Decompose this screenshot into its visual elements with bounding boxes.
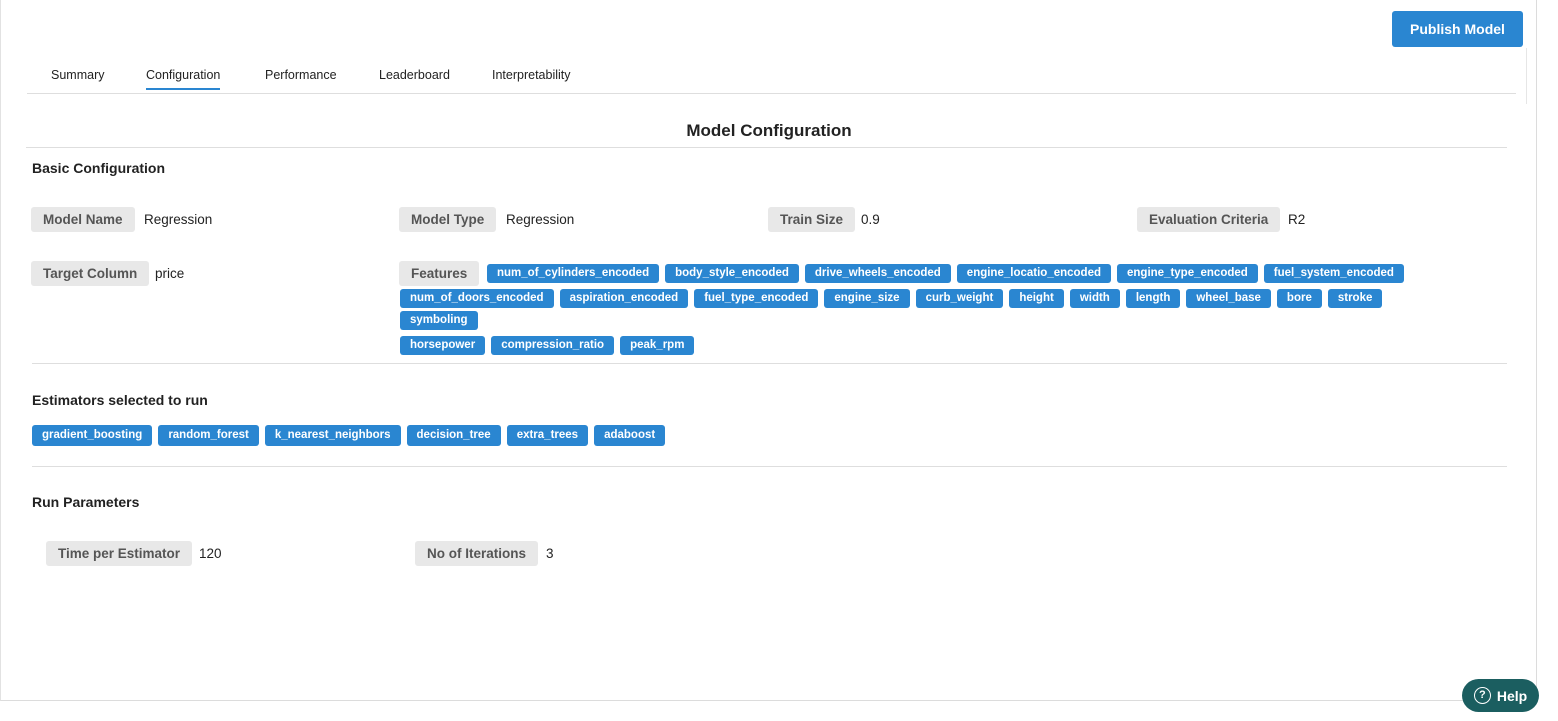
estimator-chip[interactable]: gradient_boosting xyxy=(32,425,153,446)
target-column-label: Target Column xyxy=(31,261,150,286)
feature-chip[interactable]: engine_type_encoded xyxy=(1117,264,1258,283)
feature-chip[interactable]: compression_ratio xyxy=(491,336,615,355)
help-button[interactable]: ? Help xyxy=(1462,679,1539,712)
time-per-estimator-label: Time per Estimator xyxy=(46,541,193,566)
section-divider xyxy=(32,466,1507,467)
iterations-label: No of Iterations xyxy=(415,541,539,566)
title-divider xyxy=(26,147,1507,148)
section-divider xyxy=(32,363,1507,364)
tab-configuration[interactable]: Configuration xyxy=(146,68,221,90)
feature-chip[interactable]: horsepower xyxy=(400,336,486,355)
run-parameters-heading: Run Parameters xyxy=(32,494,140,510)
feature-chip[interactable]: num_of_doors_encoded xyxy=(400,289,554,308)
estimators-heading: Estimators selected to run xyxy=(32,392,208,408)
model-name-value: Regression xyxy=(144,212,213,227)
basic-config-heading: Basic Configuration xyxy=(32,160,166,176)
feature-chip[interactable]: num_of_cylinders_encoded xyxy=(487,264,660,283)
feature-chip[interactable]: symboling xyxy=(400,311,478,330)
feature-chip[interactable]: bore xyxy=(1276,289,1322,308)
page-title: Model Configuration xyxy=(686,121,852,140)
time-per-estimator-value: 120 xyxy=(199,546,222,561)
train-size-label: Train Size xyxy=(768,207,856,232)
evaluation-criteria-label: Evaluation Criteria xyxy=(1137,207,1281,232)
feature-chip[interactable]: peak_rpm xyxy=(620,336,695,355)
estimator-chip[interactable]: adaboost xyxy=(594,425,666,446)
feature-chip[interactable]: engine_locatio_encoded xyxy=(956,264,1111,283)
estimator-chip[interactable]: k_nearest_neighbors xyxy=(264,425,401,446)
feature-chip[interactable]: engine_size xyxy=(824,289,910,308)
estimator-chip[interactable]: extra_trees xyxy=(506,425,589,446)
model-type-value: Regression xyxy=(506,212,575,227)
tab-interpretability[interactable]: Interpretability xyxy=(492,68,571,88)
iterations-value: 3 xyxy=(546,546,554,561)
estimator-chip[interactable]: decision_tree xyxy=(406,425,501,446)
feature-chip[interactable]: fuel_type_encoded xyxy=(694,289,819,308)
features-list: num_of_cylinders_encoded body_style_encod… xyxy=(400,264,1460,355)
feature-chip[interactable]: body_style_encoded xyxy=(665,264,799,283)
tab-bar: Summary Configuration Performance Leader… xyxy=(27,60,1516,94)
scrollbar-track[interactable] xyxy=(1526,48,1527,104)
train-size-value: 0.9 xyxy=(861,212,880,227)
feature-chip[interactable]: fuel_system_encoded xyxy=(1263,264,1404,283)
feature-chip[interactable]: height xyxy=(1009,289,1064,308)
feature-chip[interactable]: drive_wheels_encoded xyxy=(804,264,951,283)
tab-leaderboard[interactable]: Leaderboard xyxy=(379,68,450,88)
evaluation-criteria-value: R2 xyxy=(1288,212,1306,227)
publish-model-button[interactable]: Publish Model xyxy=(1392,11,1523,47)
target-column-value: price xyxy=(155,266,185,281)
help-label: Help xyxy=(1496,687,1528,704)
question-circle-icon: ? xyxy=(1473,687,1491,704)
tab-summary[interactable]: Summary xyxy=(51,68,104,88)
estimators-list: gradient_boosting random_forest k_nearest_… xyxy=(32,425,1232,446)
feature-chip[interactable]: wheel_base xyxy=(1186,289,1271,308)
feature-chip[interactable]: curb_weight xyxy=(915,289,1004,308)
feature-chip[interactable]: aspiration_encoded xyxy=(559,289,689,308)
features-label-spacer xyxy=(400,264,481,283)
estimator-chip[interactable]: random_forest xyxy=(158,425,259,446)
feature-chip[interactable]: length xyxy=(1125,289,1181,308)
model-name-label: Model Name xyxy=(31,207,135,232)
feature-chip[interactable]: stroke xyxy=(1327,289,1383,308)
tab-performance[interactable]: Performance xyxy=(265,68,337,88)
feature-chip[interactable]: width xyxy=(1069,289,1120,308)
model-type-label: Model Type xyxy=(399,207,497,232)
